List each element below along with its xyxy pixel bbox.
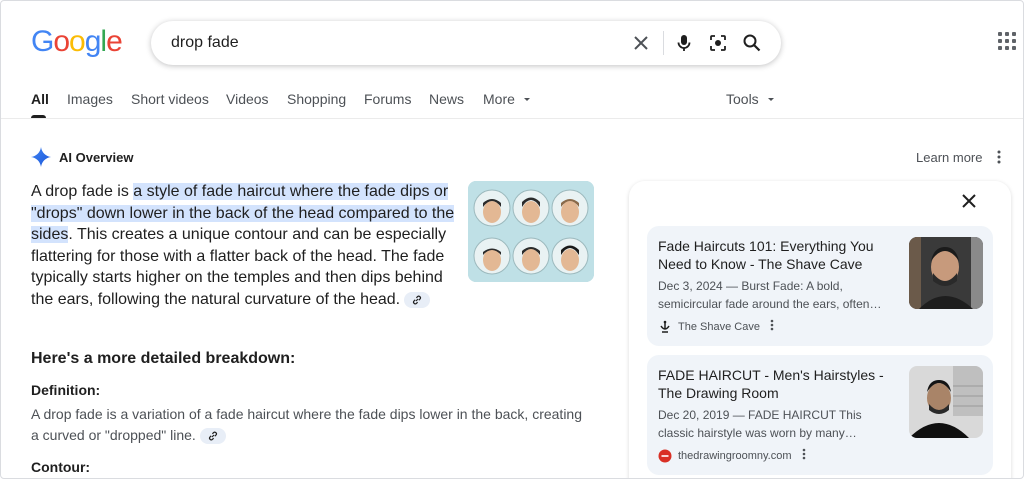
- source-card-title[interactable]: FADE HAIRCUT - Men's Hairstyles - The Dr…: [658, 366, 898, 402]
- source-card-snippet: Dec 3, 2024 — Burst Fade: A bold, semici…: [658, 279, 882, 311]
- search-icon[interactable]: [740, 31, 764, 55]
- more-options-icon[interactable]: [770, 319, 774, 334]
- google-logo[interactable]: Google: [31, 25, 123, 59]
- tools-label: Tools: [726, 91, 759, 107]
- drawing-room-favicon-icon: [658, 449, 672, 462]
- source-thumbnail-image: [909, 366, 983, 438]
- google-apps-icon[interactable]: [997, 31, 1017, 51]
- chevron-down-icon: [523, 98, 530, 101]
- source-card-site: thedrawingroomny.com: [658, 448, 806, 463]
- contour-title: Contour:: [31, 459, 91, 475]
- shave-cave-favicon-icon: [660, 320, 670, 333]
- ai-overview-summary: A drop fade is a style of fade haircut w…: [31, 181, 461, 311]
- learn-more-link[interactable]: Learn more: [916, 150, 982, 165]
- citation-link-icon[interactable]: [404, 291, 431, 308]
- header-divider: [1, 118, 1023, 119]
- summary-rest: . This creates a unique contour and can …: [31, 226, 447, 308]
- clear-icon[interactable]: [629, 31, 653, 55]
- search-divider: [663, 31, 664, 55]
- tab-more-label: More: [483, 91, 515, 107]
- definition-text: A drop fade is a variation of a fade hai…: [31, 404, 591, 446]
- haircut-styles-image[interactable]: [468, 181, 594, 282]
- tab-images[interactable]: Images: [67, 91, 113, 107]
- camera-lens-icon[interactable]: [706, 31, 730, 55]
- tools-button[interactable]: Tools: [726, 91, 776, 107]
- source-card[interactable]: Fade Haircuts 101: Everything You Need t…: [647, 226, 993, 346]
- citation-link-icon[interactable]: [199, 428, 226, 445]
- source-name: thedrawingroomny.com: [678, 449, 792, 462]
- microphone-icon[interactable]: [672, 31, 696, 55]
- source-card[interactable]: FADE HAIRCUT - Men's Hairstyles - The Dr…: [647, 355, 993, 475]
- sources-panel: Fade Haircuts 101: Everything You Need t…: [629, 181, 1011, 478]
- source-card-site: The Shave Cave: [658, 319, 774, 334]
- search-input[interactable]: drop fade: [171, 34, 239, 52]
- definition-body: A drop fade is a variation of a fade hai…: [31, 406, 582, 443]
- ai-overview-title: AI Overview: [59, 149, 134, 165]
- search-box[interactable]: drop fade: [151, 21, 781, 65]
- chevron-down-icon: [767, 98, 774, 101]
- tab-shopping[interactable]: Shopping: [287, 91, 346, 107]
- source-thumbnail-image: [909, 237, 983, 309]
- tab-more[interactable]: More: [483, 91, 532, 107]
- gemini-sparkle-icon: [31, 147, 51, 167]
- source-name: The Shave Cave: [678, 320, 760, 333]
- search-results-page: Google drop fade All Images Short videos…: [0, 0, 1024, 479]
- close-icon[interactable]: [961, 193, 977, 214]
- tab-videos[interactable]: Videos: [226, 91, 269, 107]
- tab-news[interactable]: News: [429, 91, 464, 107]
- tab-short-videos[interactable]: Short videos: [131, 91, 209, 107]
- source-card-snippet: Dec 20, 2019 — FADE HAIRCUT This classic…: [658, 408, 862, 440]
- tab-forums[interactable]: Forums: [364, 91, 411, 107]
- more-options-icon[interactable]: [997, 150, 1001, 169]
- breakdown-heading: Here's a more detailed breakdown:: [31, 350, 296, 367]
- tab-all[interactable]: All: [31, 91, 49, 107]
- definition-title: Definition:: [31, 382, 101, 398]
- more-options-icon[interactable]: [802, 448, 806, 463]
- ai-overview-header: AI Overview: [31, 147, 133, 167]
- source-card-title[interactable]: Fade Haircuts 101: Everything You Need t…: [658, 237, 898, 273]
- summary-intro: A drop fade is: [31, 183, 134, 200]
